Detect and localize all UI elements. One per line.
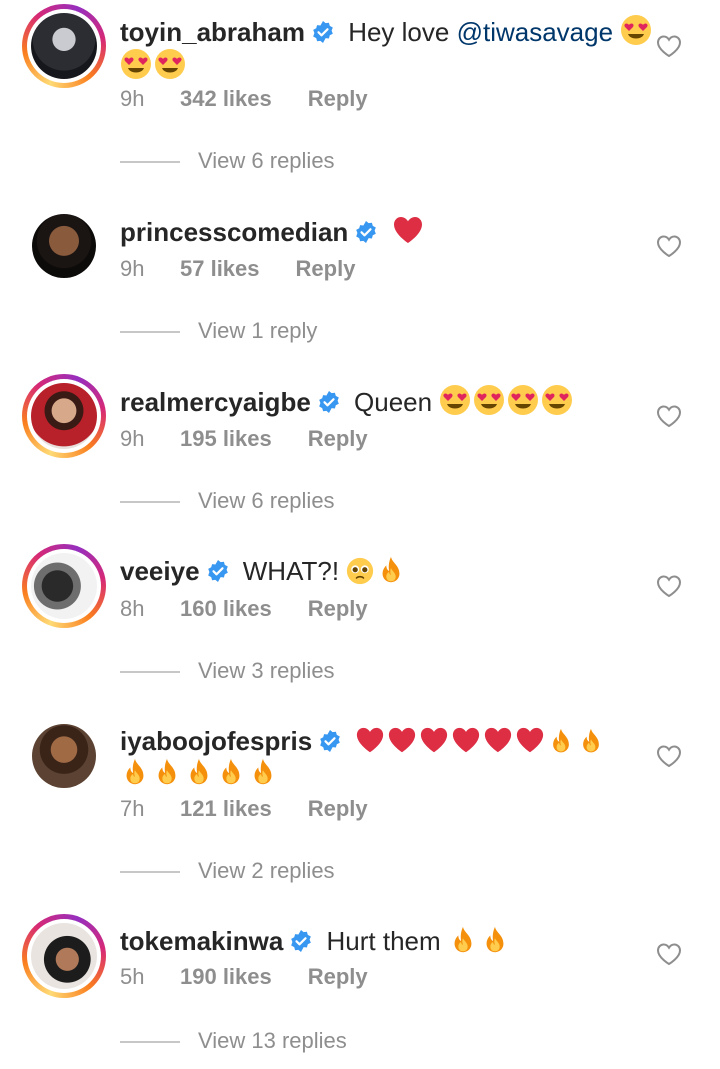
avatar[interactable] bbox=[22, 204, 106, 288]
pleading-face-icon bbox=[346, 557, 374, 593]
verified-badge-icon bbox=[317, 388, 341, 413]
replies-divider bbox=[120, 1041, 180, 1044]
view-replies-label: View 13 replies bbox=[198, 1028, 347, 1053]
fire-icon bbox=[152, 757, 182, 795]
red-heart-icon bbox=[355, 725, 385, 763]
replies-divider bbox=[120, 331, 180, 334]
username[interactable]: tokemakinwa bbox=[120, 926, 283, 956]
likes-count[interactable]: 57 likes bbox=[180, 256, 260, 282]
username[interactable]: princesscomedian bbox=[120, 217, 348, 247]
comment-time: 9h bbox=[120, 256, 145, 281]
comment-text: Hurt them bbox=[326, 926, 441, 956]
fire-icon bbox=[248, 757, 278, 795]
red-heart-icon bbox=[387, 725, 417, 763]
avatar[interactable] bbox=[22, 4, 106, 88]
likes-count[interactable]: 121 likes bbox=[180, 796, 272, 822]
reply-button[interactable]: Reply bbox=[308, 596, 368, 622]
reply-button[interactable]: Reply bbox=[308, 426, 368, 452]
reply-button[interactable]: Reply bbox=[308, 796, 368, 822]
avatar[interactable] bbox=[22, 914, 106, 998]
like-heart-icon[interactable] bbox=[656, 234, 682, 258]
username[interactable]: realmercyaigbe bbox=[120, 387, 311, 417]
heart-eyes-icon bbox=[541, 384, 573, 424]
avatar[interactable] bbox=[22, 714, 106, 798]
verified-badge-icon bbox=[318, 727, 342, 752]
mention-link[interactable]: @tiwasavage bbox=[457, 17, 613, 47]
likes-count[interactable]: 160 likes bbox=[180, 596, 272, 622]
reply-button[interactable]: Reply bbox=[308, 86, 368, 112]
fire-icon bbox=[120, 757, 150, 795]
verified-badge-icon bbox=[354, 218, 378, 243]
view-replies-button[interactable]: View 6 replies bbox=[120, 148, 335, 174]
red-heart-icon bbox=[515, 725, 545, 763]
heart-eyes-icon bbox=[507, 384, 539, 424]
like-heart-icon[interactable] bbox=[656, 744, 682, 768]
view-replies-button[interactable]: View 1 reply bbox=[120, 318, 317, 344]
fire-icon bbox=[448, 925, 478, 963]
comment-time: 9h bbox=[120, 426, 145, 451]
fire-icon bbox=[184, 757, 214, 795]
heart-eyes-icon bbox=[154, 48, 186, 88]
comment-text: Hey love bbox=[348, 17, 450, 47]
view-replies-label: View 2 replies bbox=[198, 858, 335, 883]
heart-eyes-icon bbox=[439, 384, 471, 424]
comment-text: WHAT?! bbox=[242, 556, 340, 586]
avatar[interactable] bbox=[22, 544, 106, 628]
like-heart-icon[interactable] bbox=[656, 574, 682, 598]
verified-badge-icon bbox=[206, 557, 230, 582]
view-replies-button[interactable]: View 3 replies bbox=[120, 658, 335, 684]
comment-text: Queen bbox=[354, 387, 433, 417]
likes-count[interactable]: 190 likes bbox=[180, 964, 272, 990]
fire-icon bbox=[547, 727, 575, 763]
comment-time: 7h bbox=[120, 796, 145, 821]
reply-button[interactable]: Reply bbox=[296, 256, 356, 282]
verified-badge-icon bbox=[289, 927, 313, 952]
view-replies-button[interactable]: View 6 replies bbox=[120, 488, 335, 514]
fire-icon bbox=[376, 555, 406, 593]
username[interactable]: veeiye bbox=[120, 556, 200, 586]
fire-icon bbox=[480, 925, 510, 963]
red-heart-icon bbox=[392, 214, 424, 254]
like-heart-icon[interactable] bbox=[656, 404, 682, 428]
view-replies-label: View 3 replies bbox=[198, 658, 335, 683]
comment-time: 9h bbox=[120, 86, 145, 111]
verified-badge-icon bbox=[311, 18, 335, 43]
replies-divider bbox=[120, 161, 180, 164]
view-replies-button[interactable]: View 2 replies bbox=[120, 858, 335, 884]
avatar[interactable] bbox=[22, 374, 106, 458]
red-heart-icon bbox=[419, 725, 449, 763]
likes-count[interactable]: 342 likes bbox=[180, 86, 272, 112]
replies-divider bbox=[120, 871, 180, 874]
username[interactable]: toyin_abraham bbox=[120, 17, 305, 47]
username[interactable]: iyaboojofespris bbox=[120, 726, 312, 756]
view-replies-button[interactable]: View 13 replies bbox=[120, 1028, 347, 1054]
heart-eyes-icon bbox=[120, 48, 152, 88]
replies-divider bbox=[120, 671, 180, 674]
fire-icon bbox=[577, 727, 605, 763]
like-heart-icon[interactable] bbox=[656, 942, 682, 966]
comment-time: 8h bbox=[120, 596, 145, 621]
likes-count[interactable]: 195 likes bbox=[180, 426, 272, 452]
view-replies-label: View 6 replies bbox=[198, 488, 335, 513]
view-replies-label: View 6 replies bbox=[198, 148, 335, 173]
red-heart-icon bbox=[451, 725, 481, 763]
comment-time: 5h bbox=[120, 964, 145, 989]
red-heart-icon bbox=[483, 725, 513, 763]
reply-button[interactable]: Reply bbox=[308, 964, 368, 990]
heart-eyes-icon bbox=[620, 14, 652, 54]
fire-icon bbox=[216, 757, 246, 795]
view-replies-label: View 1 reply bbox=[198, 318, 318, 343]
like-heart-icon[interactable] bbox=[656, 34, 682, 58]
heart-eyes-icon bbox=[473, 384, 505, 424]
replies-divider bbox=[120, 501, 180, 504]
